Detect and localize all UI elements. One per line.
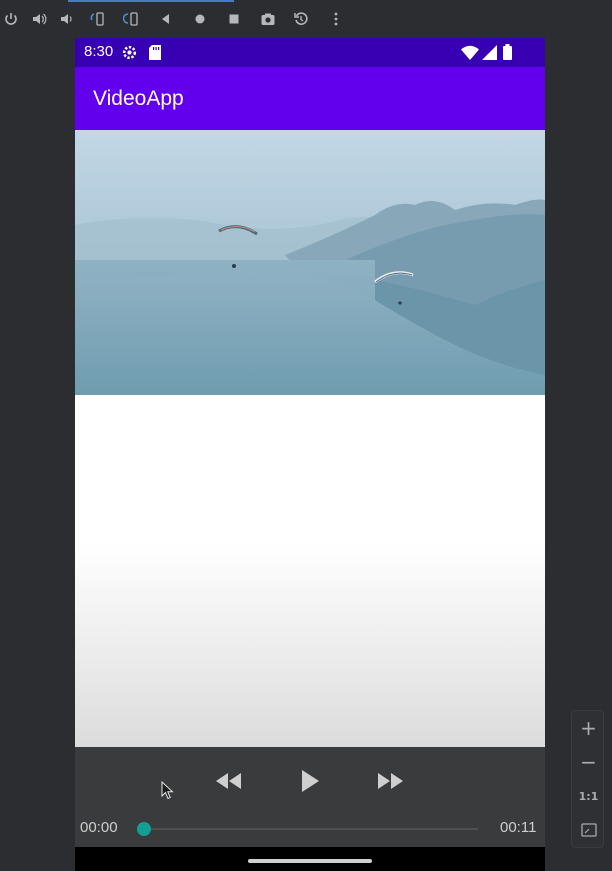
emulator-toolbar bbox=[0, 0, 612, 38]
play-icon bbox=[302, 770, 319, 792]
volume-down-icon[interactable] bbox=[58, 10, 76, 28]
snapshot-icon[interactable] bbox=[292, 10, 310, 28]
rotate-right-icon[interactable] bbox=[122, 10, 140, 28]
zoom-out-button[interactable]: − bbox=[572, 747, 605, 777]
fit-screen-button[interactable] bbox=[572, 815, 605, 845]
wifi-icon bbox=[461, 45, 479, 64]
volume-up-icon[interactable] bbox=[30, 10, 48, 28]
navigation-bar bbox=[75, 847, 545, 871]
actual-size-button[interactable]: 1:1 bbox=[572, 781, 605, 811]
fit-screen-icon bbox=[580, 823, 597, 837]
battery-icon bbox=[503, 44, 512, 64]
sd-card-icon bbox=[149, 45, 161, 64]
status-bar: 8:30 bbox=[75, 38, 545, 67]
home-gesture-handle[interactable] bbox=[248, 859, 372, 863]
duration-time: 00:11 bbox=[500, 819, 537, 836]
toolbar-active-indicator bbox=[68, 0, 234, 2]
play-button[interactable] bbox=[290, 761, 330, 801]
zoom-controls: + − 1:1 bbox=[571, 710, 604, 848]
zoom-in-button[interactable]: + bbox=[572, 713, 605, 743]
more-icon[interactable] bbox=[327, 10, 345, 28]
current-time: 00:00 bbox=[80, 819, 118, 836]
video-surface[interactable] bbox=[75, 395, 545, 747]
screenshot-icon[interactable] bbox=[259, 10, 277, 28]
fast-forward-button[interactable] bbox=[371, 761, 411, 801]
home-icon[interactable] bbox=[191, 10, 209, 28]
overview-icon[interactable] bbox=[225, 10, 243, 28]
power-icon[interactable] bbox=[2, 10, 20, 28]
settings-icon bbox=[121, 44, 138, 65]
media-controller: 00:00 00:11 bbox=[75, 747, 545, 847]
signal-icon bbox=[482, 45, 497, 64]
video-frame[interactable] bbox=[75, 130, 545, 395]
rewind-button[interactable] bbox=[208, 761, 248, 801]
status-time: 8:30 bbox=[84, 43, 114, 60]
device-screen: 8:30 VideoApp 00:00 00:11 bbox=[75, 38, 545, 871]
back-icon[interactable] bbox=[157, 10, 175, 28]
app-bar: VideoApp bbox=[75, 67, 545, 130]
video-frame-image bbox=[75, 130, 545, 395]
seekbar-thumb[interactable] bbox=[137, 822, 151, 836]
fast-forward-icon bbox=[378, 773, 403, 789]
mouse-cursor-icon bbox=[161, 781, 174, 800]
app-title: VideoApp bbox=[93, 87, 184, 110]
rotate-left-icon[interactable] bbox=[88, 10, 106, 28]
seekbar-track[interactable] bbox=[144, 828, 478, 830]
rewind-icon bbox=[216, 773, 241, 789]
